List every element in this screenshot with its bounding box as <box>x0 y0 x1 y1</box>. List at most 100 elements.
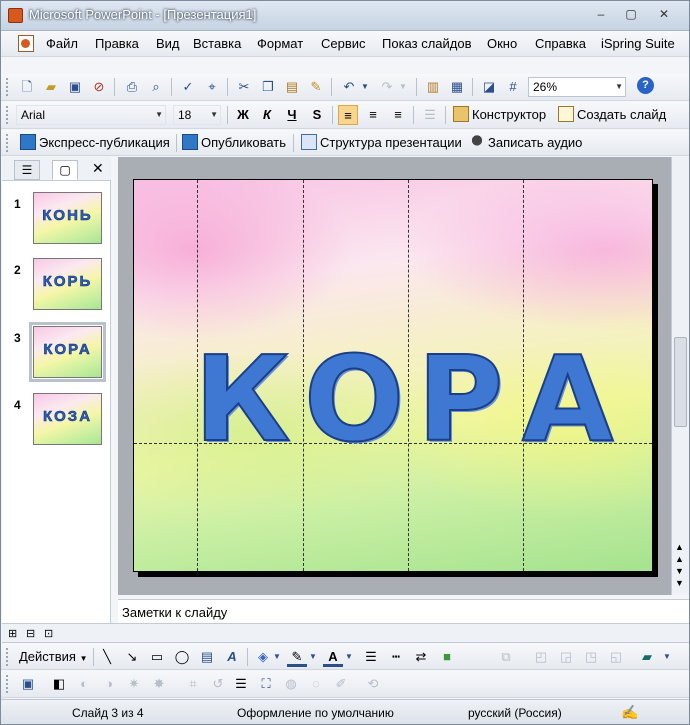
close-button[interactable]: ✕ <box>652 7 676 24</box>
compress-pictures-icon[interactable]: ⛶ <box>256 674 276 694</box>
permission-icon[interactable]: ⊘ <box>89 77 109 97</box>
letter-3[interactable]: Р <box>416 339 504 459</box>
menu-tools[interactable]: Сервис <box>321 36 366 51</box>
insert-picture-icon[interactable]: ▣ <box>18 674 38 694</box>
help-icon[interactable]: ? <box>637 77 654 94</box>
menu-edit[interactable]: Правка <box>95 36 139 51</box>
grid-icon[interactable]: # <box>503 77 523 97</box>
slides-pane: ☰ ▢ ✕ 1 КОНЬ 2 КОРЬ 3 КОРА 4 КОЗА <box>2 157 111 623</box>
maximize-button[interactable]: ▢ <box>619 7 643 24</box>
color-control-icon[interactable]: ◧ <box>49 674 69 694</box>
next-slide-icon[interactable]: ▼ <box>675 566 684 576</box>
align-center-icon[interactable]: ≡ <box>363 105 383 125</box>
new-file-icon[interactable]: 🗋 <box>17 77 37 97</box>
open-folder-icon[interactable]: ▰ <box>41 77 61 97</box>
shadow-button[interactable]: S <box>307 105 327 125</box>
italic-button[interactable]: К <box>257 105 277 125</box>
slide-sorter-icon[interactable]: ⊟ <box>26 627 35 640</box>
toolbar-grip[interactable] <box>6 78 10 96</box>
print-preview-icon[interactable]: ⌕ <box>146 77 166 97</box>
align-right-icon[interactable]: ≡ <box>388 105 408 125</box>
previous-slide-icon[interactable]: ▲ <box>675 554 684 564</box>
chevron-down-icon[interactable]: ▼ <box>339 647 359 667</box>
research-icon[interactable]: ⌖ <box>202 77 222 97</box>
normal-view-icon[interactable]: ⊞ <box>8 627 17 640</box>
presentation-structure-button[interactable]: Структура презентации <box>301 133 462 153</box>
menu-format[interactable]: Формат <box>257 36 303 51</box>
rectangle-icon[interactable]: ▭ <box>147 647 167 667</box>
document-icon[interactable] <box>18 35 34 52</box>
bold-button[interactable]: Ж <box>233 105 253 125</box>
chevron-down-icon[interactable]: ▼ <box>267 647 287 667</box>
format-painter-icon[interactable]: ✎ <box>306 77 326 97</box>
wordart-icon[interactable]: A <box>222 647 242 667</box>
menu-insert[interactable]: Вставка <box>193 36 241 51</box>
insert-table-icon[interactable]: ▦ <box>447 77 467 97</box>
letter-1[interactable]: К <box>193 339 291 459</box>
undo-dropdown-icon[interactable]: ▼ <box>355 77 375 97</box>
vertical-scrollbar[interactable]: ▲ ▲ ▼ ▼ <box>671 157 689 595</box>
menu-help[interactable]: Справка <box>535 36 586 51</box>
status-slide-counter: Слайд 3 из 4 <box>72 706 144 720</box>
menu-slideshow[interactable]: Показ слайдов <box>382 36 472 51</box>
menu-view[interactable]: Вид <box>156 36 180 51</box>
menu-file[interactable]: Файл <box>46 36 78 51</box>
next-slide-icon[interactable]: ▼ <box>675 578 684 588</box>
letter-2[interactable]: О <box>303 339 405 459</box>
notes-pane[interactable]: Заметки к слайду <box>118 599 689 623</box>
underline-button[interactable]: Ч <box>282 105 302 125</box>
chevron-down-icon[interactable]: ▼ <box>303 647 323 667</box>
shadow-style-icon[interactable]: ■ <box>437 647 457 667</box>
dash-style-icon[interactable]: ┅ <box>386 647 406 667</box>
save-icon[interactable]: ▣ <box>65 77 85 97</box>
slideshow-icon[interactable]: ⊡ <box>44 627 53 640</box>
spelling-status-icon[interactable]: ✍ <box>621 704 638 721</box>
slide-thumbnail-4[interactable]: КОЗА <box>33 393 102 445</box>
arrow-style-icon[interactable]: ⇄ <box>411 647 431 667</box>
line-icon[interactable]: ╲ <box>97 647 117 667</box>
print-icon[interactable]: ⎙ <box>122 77 142 97</box>
microphone-icon <box>469 134 485 150</box>
cut-icon[interactable]: ✂ <box>234 77 254 97</box>
menu-window[interactable]: Окно <box>487 36 517 51</box>
chevron-down-icon[interactable]: ▼ <box>657 647 677 667</box>
scroll-thumb[interactable] <box>674 337 687 427</box>
menu-ispring[interactable]: iSpring Suite <box>601 36 675 51</box>
slide-thumbnail-3[interactable]: КОРА <box>29 322 106 382</box>
zoom-combo[interactable]: 26% ▼ <box>528 77 626 97</box>
structure-label: Структура презентации <box>320 135 462 150</box>
publish-button[interactable]: Опубликовать <box>182 133 286 153</box>
insert-chart-icon[interactable]: ▥ <box>423 77 443 97</box>
close-pane-icon[interactable]: ✕ <box>92 160 104 177</box>
new-slide-button[interactable]: Создать слайд <box>558 105 666 125</box>
powerpoint-app-icon[interactable] <box>8 8 23 23</box>
line-style-icon[interactable]: ☰ <box>361 647 381 667</box>
oval-icon[interactable]: ◯ <box>172 647 192 667</box>
redo-dropdown-icon: ▼ <box>399 82 407 91</box>
color-grayscale-icon[interactable]: ◪ <box>479 77 499 97</box>
minimize-button[interactable]: – <box>589 7 613 24</box>
arrow-icon[interactable]: ↘ <box>122 647 142 667</box>
line-style-picture-icon[interactable]: ☰ <box>231 674 251 694</box>
letter-4[interactable]: А <box>521 339 614 459</box>
slide-thumbnail-2[interactable]: КОРЬ <box>33 258 102 310</box>
copy-icon[interactable]: ❐ <box>258 77 278 97</box>
slide-thumbnail-1[interactable]: КОНЬ <box>33 192 102 244</box>
spelling-icon[interactable]: ✓ <box>178 77 198 97</box>
less-contrast-icon: ◑ <box>105 676 113 691</box>
slide-word-art[interactable]: К О Р А <box>134 339 652 459</box>
paste-icon[interactable]: ▤ <box>282 77 302 97</box>
tab-slides[interactable]: ▢ <box>52 160 78 180</box>
tab-outline[interactable]: ☰ <box>14 160 40 180</box>
current-slide[interactable]: К О Р А <box>133 179 653 572</box>
font-combo[interactable]: Arial ▼ <box>16 105 166 125</box>
font-size-combo[interactable]: 18 ▼ <box>173 105 221 125</box>
design-color-icon[interactable]: ▰ <box>637 647 657 667</box>
actions-button[interactable]: Действия ▼ <box>19 647 88 669</box>
express-publish-button[interactable]: Экспресс-публикация <box>20 133 170 153</box>
designer-button[interactable]: Конструктор <box>453 105 546 125</box>
align-left-icon[interactable]: ≡ <box>338 105 358 125</box>
previous-slide-icon[interactable]: ▲ <box>675 542 684 552</box>
record-audio-button[interactable]: Записать аудио <box>469 133 582 153</box>
text-box-icon[interactable]: ▤ <box>197 647 217 667</box>
